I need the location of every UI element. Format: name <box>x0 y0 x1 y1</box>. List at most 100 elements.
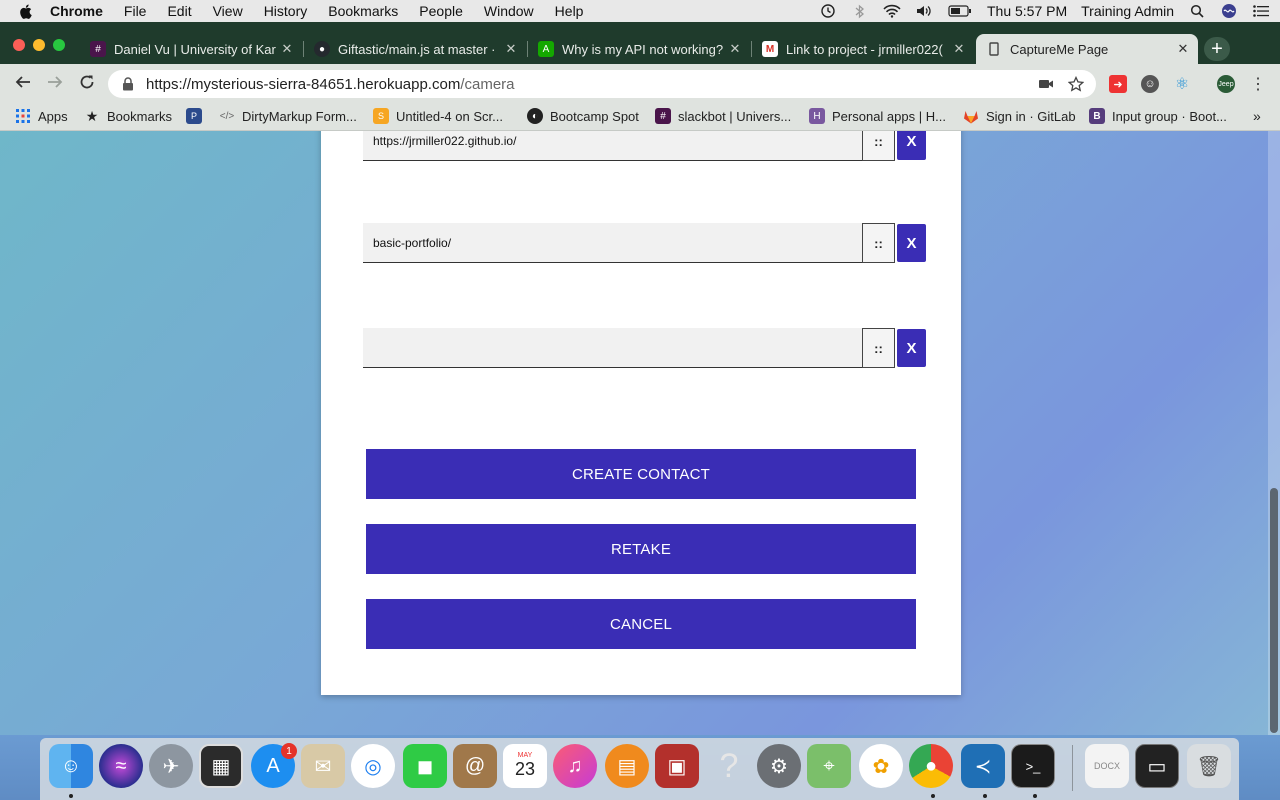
extension-arrow-icon[interactable]: ➜ <box>1109 75 1127 93</box>
photo-booth-icon[interactable]: ▣ <box>655 744 699 788</box>
time-machine-icon[interactable] <box>819 4 837 18</box>
bookmarks-overflow-icon[interactable]: » <box>1253 107 1261 125</box>
bookmark-scrimba[interactable]: S Untitled-4 on Scr... <box>373 107 503 125</box>
terminal-icon[interactable]: >_ <box>1011 744 1055 788</box>
tab-close-icon[interactable]: ✕ <box>726 41 744 57</box>
menu-file[interactable]: File <box>124 3 147 19</box>
bookmark-star-icon[interactable] <box>1068 76 1084 92</box>
macos-menu-bar: Chrome File Edit View History Bookmarks … <box>0 0 1280 22</box>
running-indicator <box>1033 794 1037 798</box>
tab-github[interactable]: ● Giftastic/main.js at master · ✕ <box>304 34 526 64</box>
spotlight-search-icon[interactable] <box>1188 4 1206 18</box>
cancel-button[interactable]: CANCEL <box>366 599 916 649</box>
itunes-icon[interactable]: ♫ <box>553 744 597 788</box>
bookmark-label: Sign in · GitLab <box>986 108 1076 124</box>
back-icon[interactable] <box>13 72 33 92</box>
globe-icon: ◐ <box>527 108 543 124</box>
react-devtools-icon[interactable]: ⚛ <box>1173 75 1191 93</box>
siri-icon[interactable] <box>1220 4 1238 18</box>
menu-bookmarks[interactable]: Bookmarks <box>328 3 398 19</box>
menu-edit[interactable]: Edit <box>167 3 191 19</box>
tab-title: Daniel Vu | University of Kar <box>114 41 276 57</box>
unknown-app-icon[interactable]: ? <box>707 744 751 788</box>
window-minimize-button[interactable] <box>33 39 45 51</box>
create-contact-button[interactable]: CREATE CONTACT <box>366 449 916 499</box>
photos-icon[interactable]: ✿ <box>859 744 903 788</box>
mission-control-icon[interactable]: ▦ <box>199 744 243 788</box>
tab-close-icon[interactable]: ✕ <box>950 41 968 57</box>
menu-window[interactable]: Window <box>484 3 534 19</box>
menu-user[interactable]: Training Admin <box>1081 3 1174 19</box>
window-zoom-button[interactable] <box>53 39 65 51</box>
mail-icon[interactable]: ✉ <box>301 744 345 788</box>
bookmark-bootstrap[interactable]: B Input group · Boot... <box>1089 107 1227 125</box>
menu-people[interactable]: People <box>419 3 463 19</box>
docx-file-icon[interactable]: DOCX <box>1085 744 1129 788</box>
bookmark-dirtymarkup[interactable]: </> DirtyMarkup Form... <box>219 107 357 125</box>
bookmark-heroku[interactable]: H Personal apps | H... <box>809 107 946 125</box>
tab-upwork[interactable]: A Why is my API not working? ✕ <box>528 34 750 64</box>
menu-help[interactable]: Help <box>555 3 584 19</box>
retake-button[interactable]: RETAKE <box>366 524 916 574</box>
calendar-month: MAY <box>517 752 533 759</box>
window-close-button[interactable] <box>13 39 25 51</box>
bookmark-bootcamp-spot[interactable]: ◐ Bootcamp Spot <box>527 107 639 125</box>
tab-close-icon[interactable]: ✕ <box>278 41 296 57</box>
battery-icon[interactable] <box>947 4 973 18</box>
extension-face-icon[interactable]: ☺ <box>1141 75 1159 93</box>
menu-clock[interactable]: Thu 5:57 PM <box>987 3 1067 19</box>
forward-icon[interactable] <box>45 72 65 92</box>
tab-close-icon[interactable]: ✕ <box>1174 41 1192 57</box>
calendar-icon[interactable]: MAY 23 <box>503 744 547 788</box>
tab-close-icon[interactable]: ✕ <box>502 41 520 57</box>
bookmark-gitlab[interactable]: Sign in · GitLab <box>963 107 1076 125</box>
page-scrollbar-thumb[interactable] <box>1270 488 1278 733</box>
contacts-icon[interactable]: @ <box>453 744 497 788</box>
system-preferences-icon[interactable]: ⚙ <box>757 744 801 788</box>
chrome-menu-icon[interactable]: ⋮ <box>1249 75 1267 93</box>
delete-button[interactable]: X <box>897 131 926 160</box>
dropbox-paper-icon: P <box>186 108 202 124</box>
wifi-icon[interactable] <box>883 4 901 18</box>
bookmark-apps[interactable]: Apps <box>15 107 68 125</box>
link-input[interactable] <box>363 131 862 161</box>
profile-avatar-icon[interactable]: Jeep <box>1217 75 1235 93</box>
bookmark-slackbot[interactable]: # slackbot | Univers... <box>655 107 791 125</box>
address-bar[interactable]: https://mysterious-sierra-84651.herokuap… <box>108 70 1096 98</box>
drag-handle[interactable]: :: <box>862 223 895 263</box>
delete-button[interactable]: X <box>897 329 926 367</box>
bookmark-bookmarks[interactable]: ★ Bookmarks <box>84 107 172 125</box>
camera-in-use-icon[interactable] <box>1038 76 1054 92</box>
screenshot-file-icon[interactable]: ▭ <box>1135 744 1179 788</box>
reload-icon[interactable] <box>77 72 97 92</box>
drag-handle[interactable]: :: <box>862 131 895 161</box>
link-input[interactable] <box>363 328 862 368</box>
tab-gmail[interactable]: M Link to project - jrmiller022( ✕ <box>752 34 974 64</box>
maps-icon[interactable]: ⌖ <box>807 744 851 788</box>
tab-captureme[interactable]: CaptureMe Page ✕ <box>976 34 1198 64</box>
drag-handle[interactable]: :: <box>862 328 895 368</box>
safari-icon[interactable]: ◎ <box>351 744 395 788</box>
bookmark-label: Personal apps | H... <box>832 108 946 124</box>
menu-history[interactable]: History <box>264 3 308 19</box>
lock-icon[interactable] <box>122 77 136 91</box>
bluetooth-icon[interactable] <box>851 4 869 18</box>
new-tab-button[interactable]: + <box>1204 37 1230 61</box>
finder-icon[interactable]: ☺ <box>49 744 93 788</box>
vscode-icon[interactable]: ≺ <box>961 744 1005 788</box>
bookmark-paper[interactable]: P <box>186 107 209 125</box>
apple-menu-icon[interactable] <box>18 3 32 19</box>
launchpad-icon[interactable]: ✈ <box>149 744 193 788</box>
notification-center-icon[interactable] <box>1252 4 1270 18</box>
link-input[interactable] <box>363 223 862 263</box>
menu-chrome[interactable]: Chrome <box>50 3 103 19</box>
siri-icon[interactable]: ≈ <box>99 744 143 788</box>
tab-slack[interactable]: # Daniel Vu | University of Kar ✕ <box>80 34 302 64</box>
facetime-icon[interactable]: ◼ <box>403 744 447 788</box>
ibooks-icon[interactable]: ▤ <box>605 744 649 788</box>
volume-icon[interactable] <box>915 4 933 18</box>
chrome-icon[interactable]: ● <box>909 744 953 788</box>
trash-icon[interactable]: 🗑 <box>1187 744 1231 788</box>
menu-view[interactable]: View <box>213 3 243 19</box>
delete-button[interactable]: X <box>897 224 926 262</box>
